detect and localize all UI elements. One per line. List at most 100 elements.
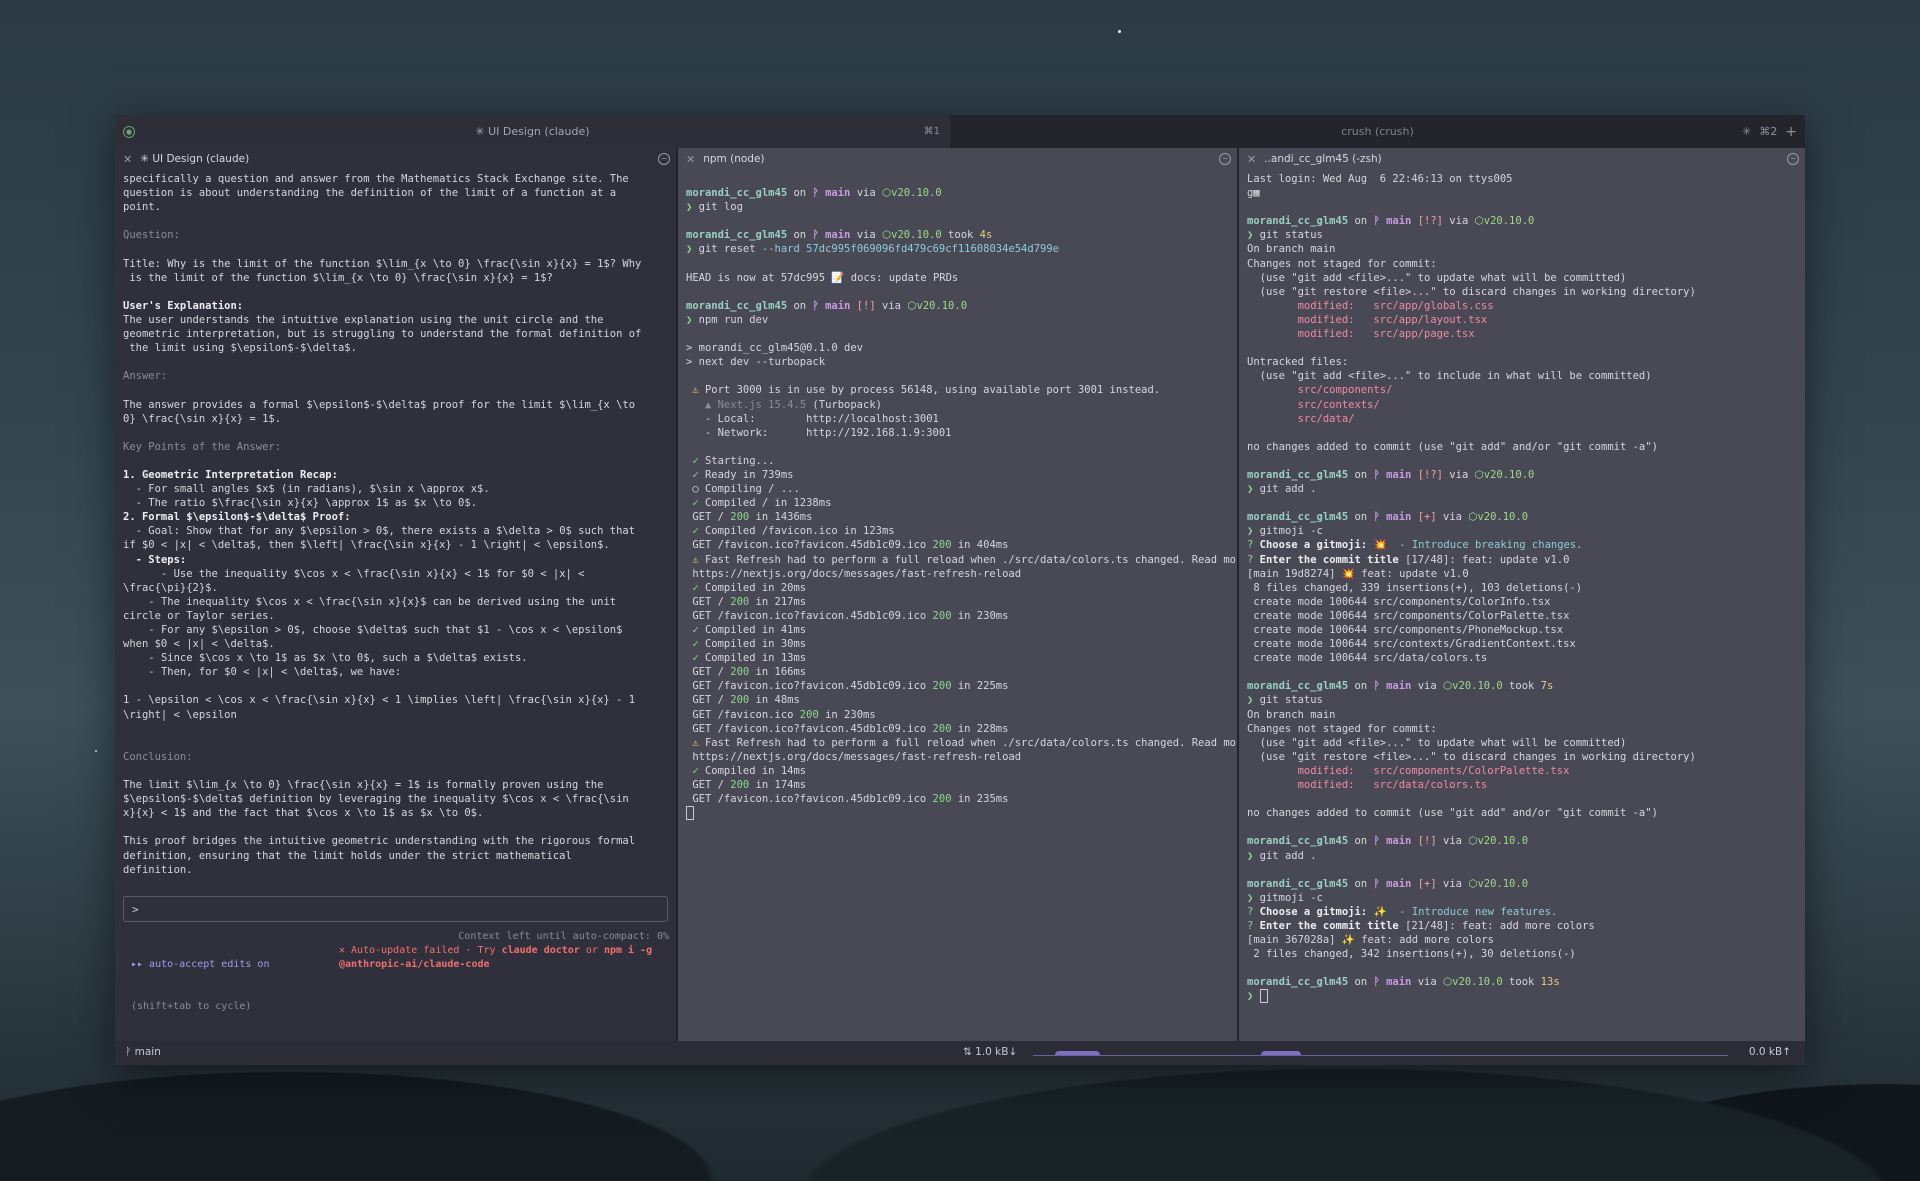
output-line: modified: src/app/page.tsx: [1247, 327, 1797, 341]
output-segment: ᚹ main: [1373, 976, 1412, 989]
output-line: ❯ gitmoji -c: [1247, 891, 1797, 905]
git-branch-status[interactable]: ᚹ main: [125, 1046, 161, 1058]
output-line: src/components/: [1247, 383, 1797, 397]
output-segment: ᚹ main: [812, 299, 851, 312]
output-line: ✓ Compiled in 41ms: [686, 623, 1229, 637]
close-pane-icon[interactable]: ✕: [1247, 153, 1256, 166]
output-segment: morandi_cc_glm45: [1247, 680, 1349, 693]
output-segment: in 174ms: [749, 779, 807, 792]
close-pane-icon[interactable]: ✕: [686, 153, 695, 166]
output-segment: ❯: [686, 313, 699, 326]
output-line: On branch main: [1247, 242, 1797, 256]
output-line: create mode 100644 src/components/PhoneM…: [1247, 623, 1797, 637]
output-line: - The inequality $\cos x < \frac{\sin x}…: [123, 595, 617, 608]
output-segment: ✓: [686, 497, 705, 510]
output-line: GET /favicon.ico 200 in 230ms: [686, 708, 1229, 722]
pane-menu-icon[interactable]: −: [1219, 153, 1231, 165]
output-segment: ?: [1247, 553, 1260, 566]
output-segment: morandi_cc_glm45: [1247, 976, 1349, 989]
output-segment: no changes added to commit (use "git add…: [1247, 807, 1658, 820]
output-segment: 200: [730, 694, 750, 707]
output-line: ❯ git reset --hard 57dc995f069096fd479c6…: [686, 242, 1229, 256]
output-line: https://nextjs.org/docs/messages/fast-re…: [686, 750, 1229, 764]
output-segment: morandi_cc_glm45: [1247, 877, 1349, 890]
output-line: - For any $\epsilon > 0$, choose $\delta…: [123, 624, 623, 636]
output-line: The answer provides a formal $\epsilon$-…: [123, 398, 636, 411]
output-segment: ?: [1247, 905, 1260, 918]
tab-ui-design-label: ✳ UI Design (claude): [475, 125, 590, 138]
network-download: ⇅ 1.0 kB↓: [963, 1046, 1018, 1058]
output-segment: npm run dev: [698, 313, 769, 326]
output-segment: GET /: [686, 511, 731, 524]
close-pane-icon[interactable]: ✕: [123, 153, 132, 166]
output-segment: Last login: Wed Aug 6 22:46:13 on ttys00…: [1247, 173, 1513, 185]
output-segment: create mode 100644 src/components/ColorP…: [1247, 609, 1570, 622]
pane-npm-header: ✕ npm (node) −: [678, 148, 1237, 170]
pane-npm[interactable]: ✕ npm (node) − morandi_cc_glm45 on ᚹ mai…: [678, 148, 1237, 1041]
output-segment: Fast Refresh had to perform a full reloa…: [704, 736, 1237, 749]
output-line: GET /favicon.ico?favicon.45db1c09.ico 20…: [686, 538, 1229, 552]
output-line: is the limit of the function $\lim_{x \t…: [123, 271, 553, 284]
output-segment: [!?]: [1411, 215, 1443, 228]
output-segment: on: [1348, 511, 1374, 524]
output-line: morandi_cc_glm45 on ᚹ main [!] via ⬡v20.…: [686, 299, 1229, 313]
output-segment: morandi_cc_glm45: [686, 187, 788, 200]
output-segment: ❯: [1247, 229, 1260, 242]
output-segment: Compiling / ...: [704, 483, 800, 496]
output-line: ○ Compiling / ...: [686, 482, 1229, 496]
output-segment: GET /: [686, 779, 731, 792]
output-segment: ✓: [686, 652, 705, 665]
output-line: > next dev --turbopack: [686, 355, 1229, 369]
claude-prompt-input[interactable]: >: [123, 896, 668, 922]
output-line: \right| < \epsilon: [123, 708, 237, 721]
output-segment: create mode 100644 src/data/colors.ts: [1247, 652, 1488, 665]
pane-zsh[interactable]: ✕ ..andi_cc_glm45 (-zsh) − Last login: W…: [1239, 148, 1805, 1041]
output-segment: ✓: [686, 468, 705, 481]
output-line: Title: Why is the limit of the function …: [123, 257, 642, 270]
terminal-cursor: [1259, 989, 1268, 1004]
pane-claude-header: ✕ ✳ UI Design (claude) −: [115, 148, 676, 170]
output-line: Conclusion:: [123, 750, 193, 763]
output-segment: 200: [799, 708, 819, 721]
output-segment: ❯: [686, 243, 699, 256]
tab-crush[interactable]: crush (crush) ✳ ⌘2 +: [950, 115, 1805, 148]
output-segment: morandi_cc_glm45: [1247, 511, 1349, 524]
output-segment: via: [850, 229, 882, 242]
output-segment: modified: src/data/colors.ts: [1247, 779, 1488, 792]
pane-menu-icon[interactable]: −: [1787, 153, 1799, 165]
tab-ui-design[interactable]: ● ✳ UI Design (claude) ⌘1: [115, 115, 950, 148]
output-line: ❯ git add .: [1247, 482, 1797, 496]
output-segment: morandi_cc_glm45: [686, 299, 788, 312]
output-line: This proof bridges the intuitive geometr…: [123, 835, 636, 848]
output-segment: in 217ms: [749, 595, 807, 608]
output-segment: modified: src/app/page.tsx: [1247, 328, 1475, 341]
output-segment: git status: [1259, 694, 1323, 707]
output-line: no changes added to commit (use "git add…: [1247, 806, 1797, 820]
pane-zsh-header: ✕ ..andi_cc_glm45 (-zsh) −: [1239, 148, 1805, 170]
output-line: circle or Taylor series.: [123, 609, 275, 622]
output-segment: 💥 - Introduce breaking changes.: [1373, 539, 1583, 552]
output-line: create mode 100644 src/components/ColorI…: [1247, 595, 1797, 609]
pane-menu-icon[interactable]: −: [658, 153, 670, 165]
pane-claude[interactable]: ✕ ✳ UI Design (claude) − specifically a …: [115, 148, 676, 1041]
output-line: 8 files changed, 339 insertions(+), 103 …: [1247, 581, 1797, 595]
output-segment: took: [941, 229, 980, 242]
wallpaper-star: [1118, 30, 1121, 33]
output-segment: ⬡v20.10.0: [881, 187, 942, 200]
output-segment: on: [1348, 215, 1374, 228]
output-segment: modified: src/app/layout.tsx: [1247, 313, 1488, 326]
tab-crush-label: crush (crush): [1341, 125, 1414, 138]
new-tab-button[interactable]: +: [1785, 124, 1797, 140]
output-segment: [!?]: [1411, 468, 1443, 481]
output-segment: ?: [1247, 539, 1260, 552]
output-segment: morandi_cc_glm45: [686, 229, 788, 242]
output-line: ✓ Compiled in 30ms: [686, 637, 1229, 651]
output-segment: src/components/: [1247, 384, 1393, 397]
